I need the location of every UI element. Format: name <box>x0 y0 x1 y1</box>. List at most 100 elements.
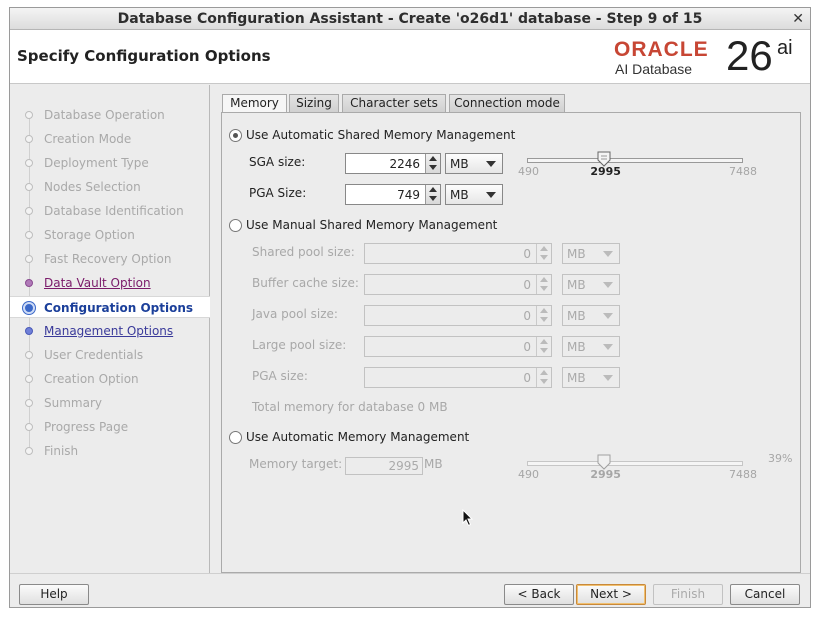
spinner-arrows-icon <box>536 244 551 263</box>
step-creation-option: Creation Option <box>10 368 210 390</box>
step-dot-icon <box>25 255 33 263</box>
chevron-down-icon <box>603 344 613 350</box>
total-memory-text: Total memory for database 0 MB <box>252 400 448 414</box>
step-dot-icon <box>25 279 33 287</box>
shared-pool-spinner[interactable]: 0 <box>364 243 552 264</box>
wizard-steps-sidebar: Database Operation Creation Mode Deploym… <box>10 85 210 573</box>
step-dot-icon <box>25 351 33 359</box>
step-creation-mode: Creation Mode <box>10 128 210 150</box>
mouse-pointer-icon <box>462 509 474 527</box>
memory-target-label: Memory target: <box>249 457 343 471</box>
step-dot-icon <box>25 423 33 431</box>
manual-pga-spinner[interactable]: 0 <box>364 367 552 388</box>
buffer-cache-spinner[interactable]: 0 <box>364 274 552 295</box>
chevron-down-icon <box>603 251 613 257</box>
asmm-label[interactable]: Use Automatic Shared Memory Management <box>246 128 515 142</box>
help-button[interactable]: Help <box>19 584 89 605</box>
step-user-credentials: User Credentials <box>10 344 210 366</box>
step-configuration-options: Configuration Options <box>10 296 210 318</box>
asmm-slider-max: 7488 <box>729 165 757 178</box>
footer-divider <box>10 573 810 574</box>
asmm-slider-current: 2995 <box>590 165 621 178</box>
sga-unit-select[interactable]: MB <box>445 153 503 174</box>
amm-radio[interactable] <box>229 431 242 444</box>
step-progress-page: Progress Page <box>10 416 210 438</box>
step-dot-icon <box>25 111 33 119</box>
window-title: Database Configuration Assistant - Creat… <box>117 11 703 27</box>
memory-panel: Use Automatic Shared Memory Management S… <box>221 112 801 573</box>
page-title: Specify Configuration Options <box>17 47 271 65</box>
manual-pga-unit-select[interactable]: MB <box>562 367 620 388</box>
java-pool-label: Java pool size: <box>252 307 338 321</box>
sga-size-spinner[interactable]: 2246 <box>345 153 441 174</box>
window-titlebar: Database Configuration Assistant - Creat… <box>10 8 810 30</box>
spinner-arrows-icon[interactable] <box>425 154 440 173</box>
pga-size-spinner[interactable]: 749 <box>345 184 441 205</box>
step-dot-icon <box>25 447 33 455</box>
manual-pga-label: PGA size: <box>252 369 308 383</box>
pga-size-label: PGA Size: <box>249 186 307 200</box>
tab-character-sets[interactable]: Character sets <box>342 94 446 113</box>
oracle-logo: ORACLE AI Database 26 ai <box>614 32 804 80</box>
large-pool-spinner[interactable]: 0 <box>364 336 552 357</box>
step-data-vault-option[interactable]: Data Vault Option <box>10 272 210 294</box>
amm-slider-min: 490 <box>518 468 539 481</box>
asmm-memory-slider[interactable] <box>527 158 743 163</box>
tab-sizing[interactable]: Sizing <box>289 94 339 113</box>
step-fast-recovery-option: Fast Recovery Option <box>10 248 210 270</box>
close-icon[interactable]: ✕ <box>792 8 804 30</box>
next-button[interactable]: Next > <box>576 584 646 605</box>
java-pool-spinner[interactable]: 0 <box>364 305 552 326</box>
shared-pool-unit-select[interactable]: MB <box>562 243 620 264</box>
memory-target-field[interactable]: 2995 <box>345 457 423 475</box>
logo-brand: ORACLE <box>614 38 709 61</box>
step-dot-icon <box>25 159 33 167</box>
back-button[interactable]: < Back <box>504 584 574 605</box>
step-current-icon <box>23 302 35 314</box>
dbca-window: Database Configuration Assistant - Creat… <box>9 7 811 608</box>
manual-smm-label[interactable]: Use Manual Shared Memory Management <box>246 218 497 232</box>
chevron-down-icon <box>486 192 496 198</box>
step-management-options[interactable]: Management Options <box>10 320 210 342</box>
step-dot-icon <box>25 399 33 407</box>
large-pool-unit-select[interactable]: MB <box>562 336 620 357</box>
chevron-down-icon <box>603 313 613 319</box>
step-finish: Finish <box>10 440 210 462</box>
java-pool-unit-select[interactable]: MB <box>562 305 620 326</box>
asmm-slider-min: 490 <box>518 165 539 178</box>
chevron-down-icon <box>603 375 613 381</box>
spinner-arrows-icon <box>536 275 551 294</box>
amm-label[interactable]: Use Automatic Memory Management <box>246 430 469 444</box>
cancel-button[interactable]: Cancel <box>730 584 800 605</box>
step-database-operation: Database Operation <box>10 104 210 126</box>
logo-suffix: ai <box>777 37 793 59</box>
amm-slider-max: 7488 <box>729 468 757 481</box>
step-storage-option: Storage Option <box>10 224 210 246</box>
amm-slider-percent: 39% <box>768 452 793 465</box>
spinner-arrows-icon <box>536 337 551 356</box>
memory-target-unit: MB <box>424 457 443 471</box>
pga-unit-select[interactable]: MB <box>445 184 503 205</box>
buffer-cache-unit-select[interactable]: MB <box>562 274 620 295</box>
asmm-radio[interactable] <box>229 129 242 142</box>
page-header: Specify Configuration Options ORACLE AI … <box>10 30 810 84</box>
chevron-down-icon <box>603 282 613 288</box>
step-summary: Summary <box>10 392 210 414</box>
logo-product: AI Database <box>615 61 693 77</box>
tab-connection-mode[interactable]: Connection mode <box>449 94 565 113</box>
step-dot-icon <box>25 135 33 143</box>
amm-memory-slider[interactable] <box>527 461 743 466</box>
step-dot-icon <box>25 183 33 191</box>
tab-memory[interactable]: Memory <box>222 94 287 114</box>
spinner-arrows-icon[interactable] <box>425 185 440 204</box>
manual-smm-radio[interactable] <box>229 219 242 232</box>
logo-version: 26 <box>726 32 773 79</box>
finish-button[interactable]: Finish <box>653 584 723 605</box>
step-dot-icon <box>25 231 33 239</box>
step-deployment-type: Deployment Type <box>10 152 210 174</box>
spinner-arrows-icon <box>536 368 551 387</box>
step-dot-icon <box>25 375 33 383</box>
chevron-down-icon <box>486 161 496 167</box>
shared-pool-label: Shared pool size: <box>252 245 355 259</box>
buffer-cache-label: Buffer cache size: <box>252 276 359 290</box>
